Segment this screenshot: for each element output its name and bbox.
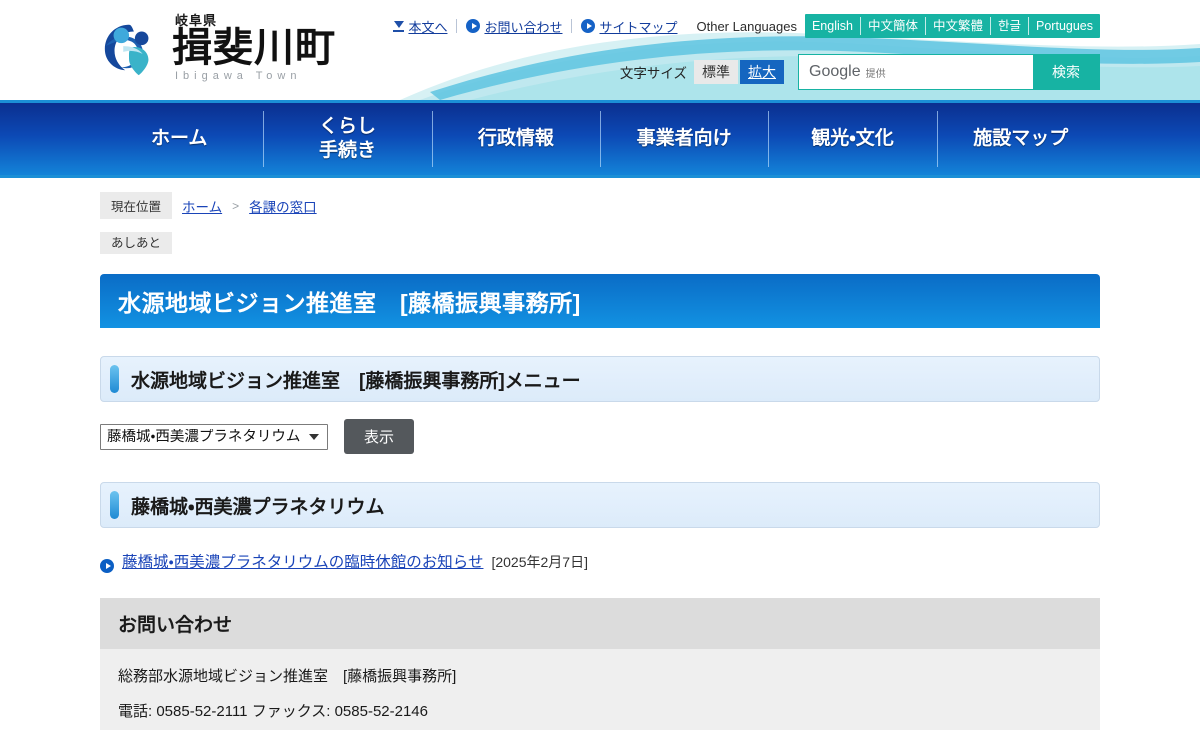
- nav-item-home[interactable]: ホーム: [95, 103, 263, 175]
- news-section-header: 藤橋城・西美濃プラネタリウム: [100, 482, 1100, 528]
- section-accent-bar: [110, 365, 119, 393]
- nav-item-home-label: ホーム: [150, 128, 208, 150]
- language-option-portuguese[interactable]: Portugues: [1029, 14, 1100, 38]
- nav-item-jigyosha-label: 事業者向け: [636, 128, 732, 150]
- contact-link-label: お問い合わせ: [484, 19, 563, 35]
- nav-item-shisetsu-map-label: 施設マップ: [973, 128, 1069, 150]
- news-item-date: [2025年2月7日]: [491, 554, 588, 570]
- search-input[interactable]: Google 提供: [799, 55, 1033, 89]
- search-placeholder-sub: 提供: [865, 68, 886, 80]
- contact-phone-fax: 電話: 0585-52-2111 ファックス: 0585-52-2146: [118, 703, 428, 720]
- news-list-item: 藤橋城・西美濃プラネタリウムの臨時休館のお知らせ [2025年2月7日]: [100, 550, 1100, 573]
- contact-department: 総務部水源地域ビジョン推進室 [藤橋振興事務所]: [118, 668, 457, 685]
- skip-to-content-label: 本文へ: [408, 19, 448, 35]
- site-logo[interactable]: 岐阜県 揖斐川町 Ibigawa Town: [100, 14, 336, 82]
- other-languages-label: Other Languages: [696, 18, 797, 34]
- menu-section-header: 水源地域ビジョン推進室 [藤橋振興事務所]メニュー: [100, 356, 1100, 402]
- global-navigation: ホーム くらし 手続き 行政情報 事業者向け 観光・文化 施設マップ: [0, 100, 1200, 178]
- language-switcher: English 中文簡体 中文繁體 한글 Portugues: [804, 14, 1100, 38]
- utility-links: 本文へ お問い合わせ サイトマップ Other Languages Englis…: [384, 14, 1100, 38]
- font-size-large-button[interactable]: 拡大: [740, 59, 784, 85]
- nav-item-gyosei-joho-label: 行政情報: [477, 128, 554, 150]
- menu-select-row: 藤橋城・西美濃プラネタリウム 表示: [100, 419, 1100, 454]
- arrow-bullet-icon: [100, 559, 114, 573]
- header-tools: 文字サイズ 標準 拡大 Google 提供 検索: [620, 54, 1100, 90]
- sitemap-link[interactable]: サイトマップ: [572, 17, 686, 36]
- nav-left-spacer: [0, 103, 95, 175]
- news-item-link[interactable]: 藤橋城・西美濃プラネタリウムの臨時休館のお知らせ: [122, 550, 483, 572]
- breadcrumb: 現在位置 ホーム > 各課の窓口: [100, 178, 1100, 219]
- font-size-standard-button[interactable]: 標準: [694, 59, 738, 85]
- circle-arrow-icon: [466, 19, 481, 33]
- contact-box: お問い合わせ 総務部水源地域ビジョン推進室 [藤橋振興事務所] 電話: 0585…: [100, 598, 1100, 730]
- language-option-chinese-traditional[interactable]: 中文繁體: [926, 14, 990, 38]
- contact-link[interactable]: お問い合わせ: [457, 17, 571, 36]
- menu-select[interactable]: 藤橋城・西美濃プラネタリウム: [100, 423, 328, 450]
- nav-item-kanko-bunka-label: 観光・文化: [811, 128, 894, 150]
- section-accent-bar: [110, 491, 119, 519]
- sitemap-link-label: サイトマップ: [599, 19, 678, 35]
- circle-arrow-icon: [581, 19, 596, 33]
- ibigawa-logo-icon: [104, 24, 149, 76]
- nav-item-shisetsu-map[interactable]: 施設マップ: [936, 103, 1105, 175]
- breadcrumb-separator: >: [232, 198, 240, 213]
- page-root: 岐阜県 揖斐川町 Ibigawa Town 本文へ お問い合わせ サイトマップ: [0, 0, 1200, 730]
- nav-item-kurashi[interactable]: くらし 手続き: [263, 103, 431, 175]
- contact-heading: お問い合わせ: [100, 598, 1100, 649]
- breadcrumb-link-current[interactable]: 各課の窓口: [249, 196, 317, 216]
- language-option-chinese-simplified[interactable]: 中文簡体: [861, 14, 925, 38]
- nav-right-spacer: [1105, 103, 1200, 175]
- search-box[interactable]: Google 提供 検索: [798, 54, 1100, 90]
- font-size-label: 文字サイズ: [619, 66, 687, 81]
- nav-item-gyosei-joho[interactable]: 行政情報: [431, 103, 600, 175]
- site-header: 岐阜県 揖斐川町 Ibigawa Town 本文へ お問い合わせ サイトマップ: [0, 0, 1200, 100]
- history-section: あしあと: [100, 232, 1100, 254]
- menu-section-title: 水源地域ビジョン推進室 [藤橋振興事務所]メニュー: [131, 370, 581, 392]
- search-button[interactable]: 検索: [1033, 55, 1099, 89]
- display-button[interactable]: 表示: [344, 419, 415, 454]
- search-placeholder-main: Google: [809, 63, 861, 80]
- nav-item-jigyosha[interactable]: 事業者向け: [599, 103, 768, 175]
- menu-select-wrapper: 藤橋城・西美濃プラネタリウム: [100, 423, 328, 450]
- news-section-title: 藤橋城・西美濃プラネタリウム: [131, 496, 385, 518]
- nav-item-kurashi-label: くらし: [318, 116, 376, 138]
- breadcrumb-link-home[interactable]: ホーム: [182, 196, 222, 216]
- page-title: 水源地域ビジョン推進室 [藤橋振興事務所]: [100, 274, 1100, 328]
- logo-romanization: Ibigawa Town: [175, 70, 302, 82]
- breadcrumb-position-label: 現在位置: [100, 192, 173, 219]
- language-option-korean[interactable]: 한글: [991, 14, 1028, 38]
- history-label: あしあと: [100, 232, 173, 254]
- contact-body: 総務部水源地域ビジョン推進室 [藤橋振興事務所] 電話: 0585-52-211…: [100, 649, 1100, 730]
- nav-item-kanko-bunka[interactable]: 観光・文化: [768, 103, 936, 175]
- skip-to-content-link[interactable]: 本文へ: [384, 17, 456, 36]
- nav-item-kurashi-label2: 手続き: [318, 140, 376, 161]
- logo-wordmark: 岐阜県 揖斐川町 Ibigawa Town: [172, 14, 336, 82]
- logo-town-name: 揖斐川町: [172, 25, 336, 71]
- language-option-english[interactable]: English: [805, 14, 860, 38]
- jump-down-icon: [393, 20, 405, 32]
- main-content: 現在位置 ホーム > 各課の窓口 あしあと 水源地域ビジョン推進室 [藤橋振興事…: [0, 178, 1200, 730]
